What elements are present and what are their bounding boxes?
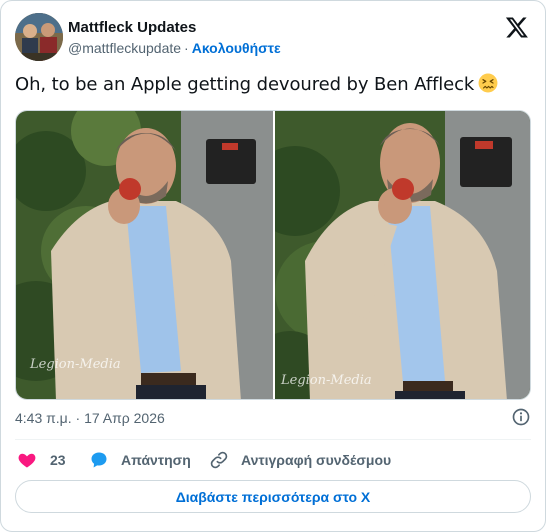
tweet-body: Oh, to be an Apple getting devoured by B… [15, 74, 475, 95]
like-count: 23 [50, 452, 66, 468]
link-icon [210, 451, 228, 469]
confounded-face-emoji-icon [478, 73, 498, 93]
speech-bubble-icon [91, 452, 107, 468]
heart-icon [18, 453, 36, 468]
copy-link-button[interactable]: Αντιγραφή συνδέσμου [209, 449, 391, 471]
tweet-actions: 23 Απάντηση Αντιγραφή συνδέσμου [15, 449, 531, 471]
author-handle-row: @mattfleckupdate · Ακολουθήστε [68, 40, 281, 56]
reply-label: Απάντηση [121, 452, 191, 468]
photo-left[interactable]: Legion-Media [16, 111, 273, 399]
tweet-timestamp[interactable]: 4:43 π.μ. · 17 Απρ 2026 [15, 410, 165, 426]
photo-right[interactable]: Legion-Media [275, 111, 530, 399]
media-grid: Legion-Media Legion-Media [15, 110, 531, 400]
watermark-right: Legion-Media [281, 373, 372, 388]
copy-link-label: Αντιγραφή συνδέσμου [241, 452, 392, 468]
read-more-button[interactable]: Διαβάστε περισσότερα στο X [15, 480, 531, 513]
reply-button[interactable]: Απάντηση [89, 449, 191, 471]
tweet-card: Mattfleck Updates @mattfleckupdate · Ακολο… [0, 0, 546, 532]
tweet-text: Oh, to be an Apple getting devoured by B… [15, 73, 498, 95]
author-handle[interactable]: @mattfleckupdate [68, 40, 181, 56]
author-avatar[interactable] [15, 13, 63, 61]
follow-button[interactable]: Ακολουθήστε [192, 40, 281, 56]
like-button[interactable]: 23 [17, 449, 66, 471]
x-logo-icon[interactable] [505, 15, 529, 39]
tweet-header: Mattfleck Updates @mattfleckupdate · Ακολο… [15, 13, 531, 63]
watermark-left: Legion-Media [30, 357, 121, 372]
actions-divider [15, 439, 531, 440]
author-display-name[interactable]: Mattfleck Updates [68, 19, 196, 36]
info-icon[interactable] [511, 407, 531, 427]
handle-separator: · [184, 40, 189, 56]
